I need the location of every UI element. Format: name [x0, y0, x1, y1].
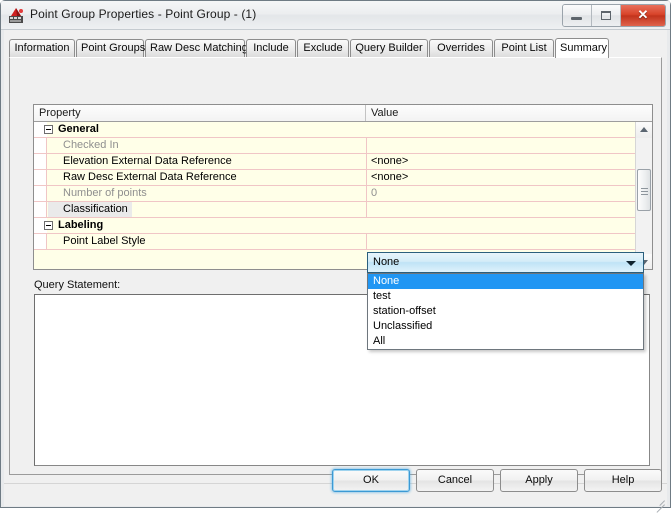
- dialog-footer: OK Cancel Apply Help: [4, 469, 667, 513]
- classification-combobox-value: None: [373, 256, 400, 268]
- grid-property-row[interactable]: Classification: [34, 202, 635, 218]
- maximize-icon: [601, 11, 611, 20]
- window-controls: ✕: [562, 4, 666, 27]
- tab-exclude[interactable]: Exclude: [297, 39, 349, 57]
- property-grid[interactable]: Property Value General Checked In Elevatio…: [33, 104, 653, 270]
- scrollbar-thumb[interactable]: [637, 169, 651, 211]
- help-button[interactable]: Help: [584, 469, 662, 492]
- query-statement-label: Query Statement:: [34, 279, 121, 291]
- ok-button[interactable]: OK: [332, 469, 410, 492]
- cancel-button[interactable]: Cancel: [416, 469, 494, 492]
- grid-category-row[interactable]: Labeling: [34, 218, 635, 234]
- tab-information[interactable]: Information: [9, 39, 75, 57]
- tab-strip: Information Point Groups Raw Desc Matching…: [9, 38, 662, 58]
- tab-overrides[interactable]: Overrides: [429, 39, 493, 57]
- grid-row-name[interactable]: Checked In: [48, 138, 365, 153]
- classification-combobox[interactable]: None: [367, 252, 644, 273]
- grid-row-gutter: [34, 154, 47, 169]
- tab-page-summary: Property Value General Checked In Elevatio…: [9, 57, 662, 475]
- grid-category-row[interactable]: General: [34, 122, 635, 138]
- grid-row-name[interactable]: Raw Desc External Data Reference: [48, 170, 365, 185]
- grid-row-value[interactable]: [366, 234, 635, 249]
- resize-grip[interactable]: [653, 493, 665, 513]
- dialog-window: Point Group Properties - Point Group - (…: [0, 0, 671, 513]
- dropdown-option[interactable]: station-offset: [368, 304, 643, 319]
- column-divider[interactable]: [365, 105, 366, 121]
- property-grid-body: General Checked In Elevation External Data…: [34, 122, 635, 269]
- grid-row-name[interactable]: Number of points: [48, 186, 365, 201]
- grid-row-name[interactable]: Labeling: [58, 218, 375, 233]
- grid-row-name[interactable]: General: [58, 122, 375, 137]
- window-title: Point Group Properties - Point Group - (…: [30, 7, 257, 21]
- classification-dropdown-list[interactable]: None test station-offset Unclassified All: [367, 273, 644, 350]
- grid-row-value[interactable]: <none>: [366, 154, 635, 169]
- maximize-button[interactable]: [592, 5, 621, 26]
- dialog-client-area: Information Point Groups Raw Desc Matching…: [4, 30, 667, 485]
- grid-property-row[interactable]: Elevation External Data Reference <none>: [34, 154, 635, 170]
- tab-point-groups[interactable]: Point Groups: [76, 39, 145, 57]
- grid-row-value[interactable]: <none>: [366, 170, 635, 185]
- grid-row-gutter: [34, 202, 47, 217]
- grid-row-name[interactable]: Point Label Style: [48, 234, 365, 249]
- tab-summary[interactable]: Summary: [555, 38, 609, 58]
- grid-property-row[interactable]: Number of points 0: [34, 186, 635, 202]
- chevron-down-icon[interactable]: [626, 261, 636, 266]
- chevron-up-icon: [640, 127, 648, 132]
- grid-property-row[interactable]: Point Label Style: [34, 234, 635, 250]
- scroll-up-button[interactable]: [636, 122, 652, 138]
- grid-row-gutter: [34, 234, 47, 249]
- collapse-expander-icon[interactable]: [44, 221, 53, 230]
- apply-button[interactable]: Apply: [500, 469, 578, 492]
- dropdown-option[interactable]: None: [368, 274, 643, 289]
- tab-point-list[interactable]: Point List: [494, 39, 554, 57]
- minimize-button[interactable]: [563, 5, 592, 26]
- grid-row-gutter: [34, 138, 47, 153]
- close-button[interactable]: ✕: [621, 5, 665, 26]
- close-icon: ✕: [637, 7, 649, 22]
- grid-row-name[interactable]: Classification: [48, 202, 132, 217]
- grid-row-name[interactable]: Elevation External Data Reference: [48, 154, 365, 169]
- tab-include[interactable]: Include: [246, 39, 296, 57]
- grid-row-gutter: [34, 186, 47, 201]
- collapse-expander-icon[interactable]: [44, 125, 53, 134]
- grid-row-value[interactable]: [366, 122, 635, 137]
- tab-raw-desc-matching[interactable]: Raw Desc Matching: [145, 39, 248, 57]
- grid-property-row[interactable]: Raw Desc External Data Reference <none>: [34, 170, 635, 186]
- grid-row-value[interactable]: [366, 218, 635, 233]
- dropdown-option[interactable]: All: [368, 334, 643, 349]
- tab-query-builder[interactable]: Query Builder: [350, 39, 428, 57]
- grid-row-value[interactable]: [366, 138, 635, 153]
- grid-property-row[interactable]: Checked In: [34, 138, 635, 154]
- grid-row-gutter: [34, 170, 47, 185]
- property-grid-header: Property Value: [34, 105, 652, 122]
- column-header-property[interactable]: Property: [39, 107, 81, 119]
- dropdown-option[interactable]: Unclassified: [368, 319, 643, 334]
- minimize-icon: [571, 17, 582, 20]
- grid-row-value[interactable]: 0: [366, 186, 635, 201]
- point-group-icon: [9, 8, 23, 23]
- grid-vertical-scrollbar[interactable]: [635, 122, 652, 269]
- column-header-value[interactable]: Value: [371, 107, 398, 119]
- title-bar[interactable]: Point Group Properties - Point Group - (…: [1, 1, 670, 30]
- grid-row-value[interactable]: [366, 202, 635, 217]
- dropdown-option[interactable]: test: [368, 289, 643, 304]
